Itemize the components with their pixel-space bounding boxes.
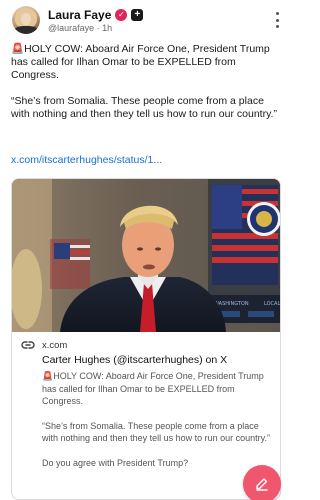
author-handle[interactable]: @laurafaye [48,23,94,33]
author-meta: @laurafaye · 1h [48,23,112,33]
post-body: 🚨HOLY COW: Aboard Air Force One, Preside… [11,43,283,134]
author-name-row: Laura Faye ✓ + [48,7,144,23]
card-photo: WASHINGTON LOCAL [12,179,280,332]
link-preview-card[interactable]: WASHINGTON LOCAL x.com Carter Hughes (@i… [11,178,281,500]
card-desc-paragraph: “She’s from Somalia. These people come f… [42,420,270,444]
meta-separator: · [94,23,103,33]
compose-icon [256,478,268,491]
card-desc-paragraph: 🚨HOLY COW: Aboard Air Force One, Preside… [42,371,264,406]
post-header: Laura Faye ✓ + @laurafaye · 1h [12,6,282,36]
card-image: WASHINGTON LOCAL [12,179,280,332]
post-paragraph: “She’s from Somalia. These people come f… [11,95,277,120]
avatar[interactable] [12,6,40,34]
card-domain: x.com [42,339,68,351]
verified-badge-icon: ✓ [115,9,128,21]
post-paragraph: 🚨HOLY COW: Aboard Air Force One, Preside… [11,43,270,81]
card-title[interactable]: Carter Hughes (@itscarterhughes) on X [42,354,274,366]
post-link[interactable]: x.com/itscarterhughes/status/1... [11,154,162,166]
more-vertical-icon[interactable] [272,12,282,28]
compose-button[interactable] [243,465,281,500]
card-domain-row: x.com [20,338,274,352]
author-name[interactable]: Laura Faye [48,8,111,22]
plus-badge-icon: + [131,9,144,21]
card-meta: x.com Carter Hughes (@itscarterhughes) o… [12,332,280,481]
post-time: 1h [102,23,113,33]
card-description: 🚨HOLY COW: Aboard Air Force One, Preside… [42,370,274,469]
card-desc-paragraph: Do you agree with President Trump? [42,457,189,468]
screen-label-washington: WASHINGTON [214,301,249,307]
link-icon [21,341,35,349]
screen-label-local: LOCAL [264,301,280,307]
